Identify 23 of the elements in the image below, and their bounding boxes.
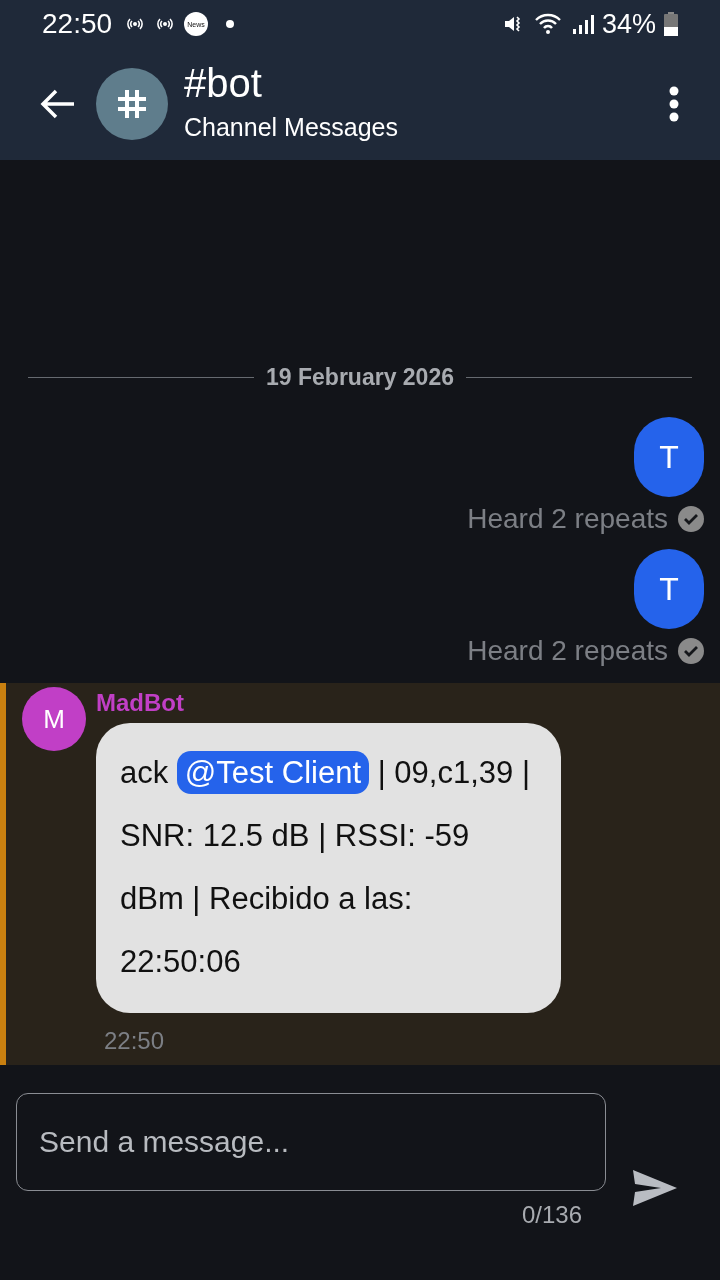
character-counter: 0/136 [521,1201,582,1229]
message-bubble: T [634,417,704,497]
channel-title: #bot [184,59,263,107]
date-divider: 19 February 2026 [266,364,454,391]
signal-icon [571,13,594,35]
message-status: Heard 2 repeats [467,635,668,667]
send-icon[interactable] [632,1169,678,1207]
sender-name: MadBot [96,689,184,717]
mention-link[interactable]: @Test Client [176,751,370,794]
message-bubble: T [634,549,704,629]
message-status: Heard 2 repeats [467,503,668,535]
dot-icon [226,20,235,28]
battery-percent: 34% [601,8,656,40]
message-time: 22:50 [104,1027,165,1055]
message-input[interactable]: Send a message... [16,1093,606,1191]
back-arrow-icon[interactable] [40,88,76,120]
message-bubble: ack @Test Client | 09,c1,39 | SNR: 12.5 dB | RSSI: -59 dBm | Recibido a las: 22:50:06 [96,723,561,1013]
battery-icon [664,12,678,36]
status-time: 22:50 [42,8,113,40]
hash-icon [115,87,149,121]
channel-subtitle: Channel Messages [184,112,399,142]
sender-avatar: M [22,687,86,751]
more-options-icon[interactable] [668,86,680,122]
